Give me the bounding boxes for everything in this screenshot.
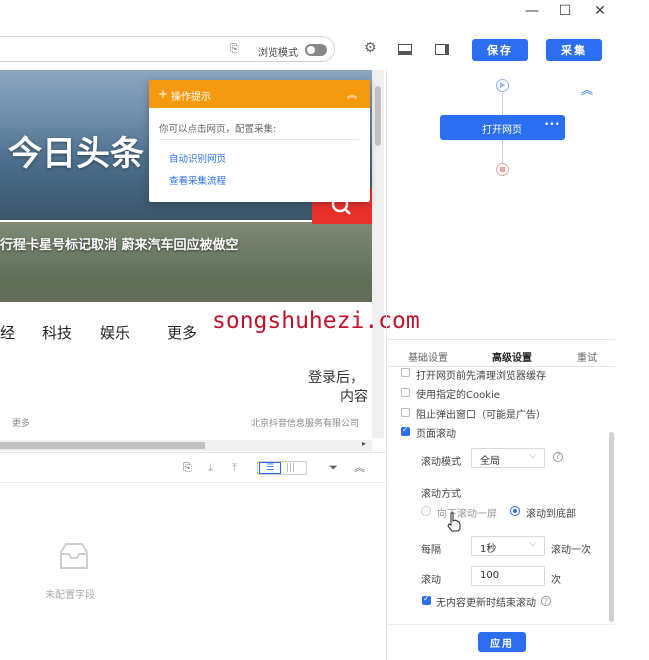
plus-icon: + <box>158 87 169 101</box>
more-link[interactable]: 更多 <box>12 416 30 429</box>
headline[interactable]: 行程卡星号标记取消 蔚来汽车回应被做空 <box>0 234 239 253</box>
interval-value: 1秒 <box>480 544 497 555</box>
popup-title: 操作提示 <box>171 92 211 103</box>
stop-scroll-checkbox[interactable] <box>422 594 431 605</box>
settings-bottom-divider <box>387 624 615 625</box>
collapse-panel-icon[interactable]: ︽ <box>581 81 593 98</box>
hand-cursor-icon <box>447 512 461 532</box>
tip-popup: + 操作提示 ︽ 你可以点击网页，配置采集: 自动识别网页 查看采集流程 <box>149 80 370 202</box>
nav-item-ent[interactable]: 娱乐 <box>100 322 130 343</box>
use-cookie-checkbox[interactable] <box>401 388 410 397</box>
collapse-up-icon[interactable]: ︽ <box>354 462 365 474</box>
right-panel-border <box>386 70 387 660</box>
empty-fields-text: 未配置字段 <box>45 590 95 601</box>
scroll-count-input[interactable]: 100 <box>471 566 545 586</box>
download-icon[interactable]: ⤓ <box>208 462 213 474</box>
apply-button[interactable]: 应用 <box>478 632 526 652</box>
upload-icon[interactable]: ⤒ <box>232 462 237 474</box>
chevron-down-icon: ⌵ <box>529 451 536 461</box>
interval-select[interactable]: 1秒 ⌵ <box>471 536 545 556</box>
nav-item-tech[interactable]: 科技 <box>42 322 72 343</box>
list-view-icon[interactable]: ☰ <box>259 462 281 474</box>
popup-divider <box>159 139 359 140</box>
export-icon[interactable]: ⎘ <box>183 462 192 474</box>
block-popup-checkbox[interactable] <box>401 408 410 417</box>
interval-label: 每隔 <box>421 545 441 556</box>
column-view-icon[interactable]: ||| <box>286 462 295 474</box>
scroll-to-bottom-label: 滚动到底部 <box>526 509 576 520</box>
scroll-count-label: 滚动 <box>421 575 441 586</box>
page-scroll-label: 页面滚动 <box>416 429 456 440</box>
tab-retry[interactable]: 重试 <box>577 349 597 364</box>
preview-hscrollbar[interactable]: ▸ <box>0 439 372 451</box>
view-toggle[interactable]: ☰ ||| <box>257 461 307 475</box>
scroll-count-value: 100 <box>480 570 500 581</box>
layout-side-icon[interactable] <box>435 44 449 55</box>
flow-start-icon: ▶ <box>496 79 509 92</box>
popup-body: 你可以点击网页，配置采集: <box>159 124 277 135</box>
collect-button[interactable]: 采集 <box>546 39 602 61</box>
hero-logo: 今日头条 <box>8 134 144 174</box>
flow-node-more-icon[interactable]: ••• <box>544 120 560 130</box>
scroll-mode-value: 全局 <box>480 456 500 467</box>
interval-suffix: 滚动一次 <box>551 545 591 556</box>
scroll-type-label: 滚动方式 <box>421 489 461 500</box>
nav-item-finance[interactable]: 经 <box>0 322 15 343</box>
scroll-to-bottom-radio[interactable] <box>510 506 520 516</box>
scroll-count-suffix: 次 <box>551 575 561 586</box>
browse-mode-label: 浏览模式 <box>258 48 298 59</box>
maximize-button[interactable]: ☐ <box>547 0 583 22</box>
auto-detect-link[interactable]: 自动识别网页 <box>169 151 226 165</box>
view-flow-link[interactable]: 查看采集流程 <box>169 173 226 187</box>
use-cookie-label: 使用指定的Cookie <box>416 390 500 401</box>
layout-bottom-icon[interactable] <box>398 44 412 55</box>
clear-cache-checkbox[interactable] <box>401 368 410 377</box>
chevron-down-icon: ⌵ <box>529 539 536 549</box>
watermark: songshuhezi.com <box>212 308 420 334</box>
empty-box-icon <box>56 542 92 570</box>
gear-icon[interactable]: ⚙ <box>364 41 377 55</box>
block-popup-label: 阻止弹出窗口（可能是广告） <box>416 410 546 421</box>
collapse-icon[interactable]: ︽ <box>347 86 357 101</box>
fields-panel-divider <box>0 452 386 453</box>
flow-end-icon <box>496 163 509 176</box>
flow-connector-2 <box>502 140 503 163</box>
help-icon[interactable]: ? <box>541 596 551 606</box>
hscrollbar-thumb[interactable] <box>0 442 205 449</box>
tab-advanced[interactable]: 高级设置 <box>492 349 532 364</box>
page-scroll-checkbox[interactable] <box>401 425 410 436</box>
login-prompt: 登录后， <box>308 370 364 386</box>
scroll-one-screen-radio[interactable] <box>421 506 431 516</box>
flow-connector <box>502 93 503 115</box>
minimize-button[interactable]: — <box>514 0 550 22</box>
scroll-mode-label: 滚动模式 <box>421 457 461 468</box>
filter-icon[interactable]: ⏷ <box>329 462 338 474</box>
scrollbar-thumb[interactable] <box>375 86 381 146</box>
preview-scrollbar[interactable] <box>372 70 384 438</box>
footer-company: 北京抖音信息服务有限公司 <box>251 419 360 429</box>
stop-scroll-label: 无内容更新时结束滚动 <box>436 598 536 609</box>
tabs-top-divider <box>387 339 615 340</box>
clear-cache-label: 打开网页前先清理浏览器缓存 <box>416 371 546 382</box>
browse-mode-toggle[interactable] <box>305 44 327 56</box>
settings-scrollbar[interactable] <box>609 432 614 622</box>
flow-node-label: 打开网页 <box>482 125 522 136</box>
flow-node-open-page[interactable]: 打开网页 ••• <box>440 115 565 140</box>
help-icon[interactable]: ? <box>553 452 563 462</box>
scroll-right-arrow[interactable]: ▸ <box>362 439 366 448</box>
close-button[interactable]: ✕ <box>582 0 618 22</box>
nav-item-more[interactable]: 更多 <box>167 322 197 343</box>
save-button[interactable]: 保存 <box>472 39 528 61</box>
page-settings-icon[interactable]: ⎘ <box>230 43 239 55</box>
popup-header: + 操作提示 ︽ <box>149 80 370 108</box>
login-prompt-2: 内容 <box>340 389 368 405</box>
tab-basic[interactable]: 基础设置 <box>408 349 448 364</box>
scroll-mode-select[interactable]: 全局 ⌵ <box>471 448 545 468</box>
fields-toolbar-divider <box>0 482 386 483</box>
